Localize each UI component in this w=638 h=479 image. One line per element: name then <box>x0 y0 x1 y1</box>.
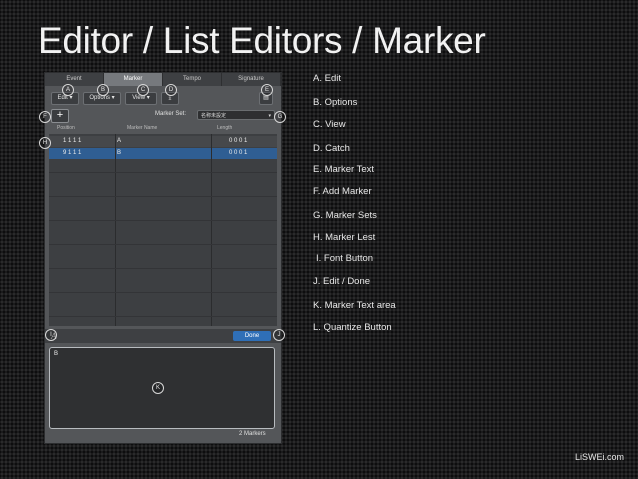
marker-list[interactable]: 1 1 1 1 A 0 0 0 1 9 1 1 1 B 0 0 0 1 <box>49 134 277 326</box>
callout-k: K <box>152 382 164 394</box>
add-marker-button[interactable]: + <box>51 109 69 123</box>
marker-text-content: B <box>54 351 59 357</box>
legend-item: F. Add Marker <box>313 186 372 197</box>
row-divider <box>49 220 277 221</box>
row-divider <box>49 172 277 173</box>
callout-j: J <box>273 329 285 341</box>
slide-title: Editor / List Editors / Marker <box>38 20 486 61</box>
marker-set-row: + Marker Set: 名称未設定 ▾ <box>45 109 281 123</box>
row-divider <box>49 292 277 293</box>
legend-item: A. Edit <box>313 73 341 84</box>
credit: LiSWEi.com <box>575 452 625 462</box>
column-length[interactable]: Length <box>217 125 277 133</box>
tab-signature[interactable]: Signature <box>222 73 281 86</box>
row-position: 1 1 1 1 <box>63 138 82 144</box>
row-marker-name: B <box>117 150 122 156</box>
callout-i: I <box>45 329 57 341</box>
callout-b: B <box>97 84 109 96</box>
legend-item: E. Marker Text <box>313 164 375 175</box>
tab-event[interactable]: Event <box>45 73 104 86</box>
row-length: 0 0 0 1 <box>229 150 248 156</box>
local-toolbar: Edit ▾ Options ▾ View ▾ ⤓ ▤ <box>45 87 281 107</box>
callout-c: C <box>137 84 149 96</box>
row-length: 0 0 0 1 <box>229 138 248 144</box>
legend-item: K. Marker Text area <box>313 300 396 311</box>
marker-text-toolbar: A Done <box>45 329 281 343</box>
row-position: 9 1 1 1 <box>63 150 82 156</box>
options-menu-label: Options <box>89 95 110 101</box>
legend-item: L. Quantize Button <box>313 322 392 333</box>
column-position[interactable]: Position <box>49 125 127 133</box>
list-header: Position Marker Name Length <box>49 125 277 133</box>
row-divider <box>49 196 277 197</box>
plus-icon: + <box>56 109 64 121</box>
table-row[interactable]: 1 1 1 1 A 0 0 0 1 <box>49 136 277 147</box>
column-divider <box>115 134 116 326</box>
callout-d: D <box>165 84 177 96</box>
done-button[interactable]: Done <box>233 331 271 341</box>
callout-e: E <box>261 84 273 96</box>
callout-f: F <box>39 111 51 123</box>
row-divider <box>49 316 277 317</box>
tab-marker[interactable]: Marker <box>104 73 163 86</box>
callout-h: H <box>39 137 51 149</box>
table-row[interactable]: 9 1 1 1 B 0 0 0 1 <box>49 148 277 159</box>
legend-item: H. Marker Lest <box>313 232 376 243</box>
marker-set-value: 名称未設定 <box>201 113 227 119</box>
editor-tabs: Event Marker Tempo Signature <box>45 73 281 86</box>
callout-a: A <box>62 84 74 96</box>
column-marker-name[interactable]: Marker Name <box>127 125 217 133</box>
column-divider <box>211 134 212 326</box>
legend-item: D. Catch <box>313 143 350 154</box>
row-divider <box>49 268 277 269</box>
marker-set-label: Marker Set: <box>155 111 187 117</box>
callout-g: G <box>274 111 286 123</box>
marker-count: 2 Markers <box>239 431 266 437</box>
legend-item: J. Edit / Done <box>313 276 371 287</box>
marker-set-select[interactable]: 名称未設定 ▾ <box>197 110 275 120</box>
legend-item: I. Font Button <box>316 253 374 264</box>
chevron-down-icon: ▾ <box>268 113 271 119</box>
legend-item: B. Options <box>313 97 358 108</box>
legend-item: G. Marker Sets <box>313 210 377 221</box>
legend-item: C. View <box>313 119 346 130</box>
row-marker-name: A <box>117 138 122 144</box>
row-divider <box>49 244 277 245</box>
